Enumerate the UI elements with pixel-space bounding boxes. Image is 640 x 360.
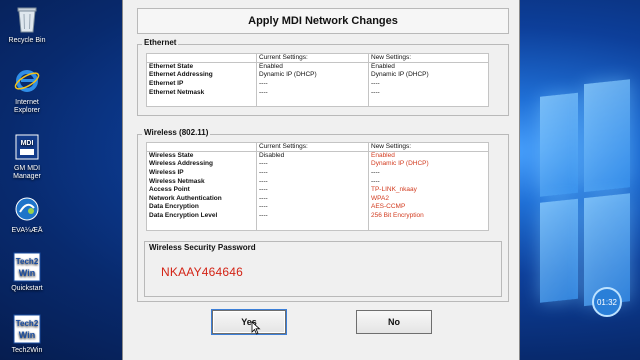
wireless-table: Current Settings: New Settings: Wireless… [146,142,489,231]
current-value: ---- [256,194,369,204]
current-value: ---- [256,177,369,186]
current-value: Dynamic IP (DHCP) [256,71,369,80]
new-value: Dynamic IP (DHCP) [368,160,489,169]
current-value: ---- [256,168,369,178]
header-new: New Settings: [368,142,489,152]
table-filler [147,220,489,231]
table-row: Data Encryption ---- AES-CCMP [147,203,489,212]
table-row: Access Point ---- TP-LINK_nkaay [147,185,489,195]
tech2win-icon: Tech2 Win [12,314,42,344]
table-row: Wireless Addressing ---- Dynamic IP (DHC… [147,160,489,169]
no-button[interactable]: No [356,310,432,334]
header-new: New Settings: [368,53,489,63]
tech2win-icon: Tech2 Win [12,252,42,282]
new-value: TP-LINK_nkaay [368,185,489,195]
table-row: Wireless Netmask ---- ---- [147,177,489,186]
apply-network-changes-dialog: Apply MDI Network Changes Ethernet Curre… [122,0,520,360]
desktop-icon-eva[interactable]: EVA¼ÆÄ [2,194,52,235]
header-setting [146,53,257,63]
new-value: ---- [368,168,489,178]
password-label: Wireless Security Password [149,243,256,252]
desktop-icon-label: Recycle Bin [8,37,46,44]
svg-text:MDI: MDI [21,140,34,147]
current-value: ---- [256,203,369,212]
gm-mdi-icon: MDI [12,132,42,162]
ethernet-legend: Ethernet [142,38,179,47]
table-row: Ethernet State Enabled Enabled [147,62,489,72]
desktop-icon-label: Quickstart [11,285,43,292]
setting-name: Wireless State [149,152,194,160]
setting-name: Ethernet Addressing [149,71,213,79]
new-value: WPA2 [368,194,489,204]
header-current: Current Settings: [256,53,369,63]
setting-name: Data Encryption Level [149,211,218,219]
dialog-title: Apply MDI Network Changes [137,8,509,34]
svg-text:Win: Win [19,268,35,278]
current-value: Disabled [256,151,369,161]
mouse-cursor-icon [251,321,261,335]
current-value: ---- [256,185,369,195]
setting-name: Wireless IP [149,168,184,176]
desktop-icon-label: EVA¼ÆÄ [11,227,43,234]
svg-text:Tech2: Tech2 [16,319,39,328]
table-row: Wireless State Disabled Enabled [147,151,489,161]
svg-text:Tech2: Tech2 [16,257,39,266]
setting-name: Ethernet State [149,63,194,71]
new-value: Enabled [368,151,489,161]
current-value: Enabled [256,62,369,72]
desktop-icon-label: GM MDI Manager [13,165,41,180]
setting-name: Data Encryption [149,203,199,211]
current-value: ---- [256,79,369,89]
desktop-icon-label: Internet Explorer [13,99,41,114]
table-row: Wireless IP ---- ---- [147,168,489,178]
desktop-icon-label: Tech2Win [11,347,43,354]
table-row: Network Authentication ---- WPA2 [147,194,489,204]
table-row: Ethernet Addressing Dynamic IP (DHCP) Dy… [147,71,489,80]
current-value: ---- [256,211,369,221]
new-value: ---- [368,177,489,186]
setting-name: Access Point [149,186,190,194]
desktop-icon-gm-mdi-manager[interactable]: MDI GM MDI Manager [2,132,52,181]
setting-name: Wireless Netmask [149,177,205,185]
table-row: Data Encryption Level ---- 256 Bit Encry… [147,211,489,221]
setting-name: Ethernet Netmask [149,88,205,96]
table-row: Ethernet IP ---- ---- [147,79,489,89]
wireless-group: Wireless (802.11) Current Settings: New … [137,128,509,302]
setting-name: Ethernet IP [149,79,184,87]
new-value: Dynamic IP (DHCP) [368,71,489,80]
eva-icon [12,194,42,224]
table-filler [147,96,489,107]
current-value: ---- [256,88,369,97]
internet-explorer-icon [12,66,42,96]
clock-widget[interactable]: 01:32 [592,287,622,317]
desktop-icon-quickstart[interactable]: Tech2 Win Quickstart [2,252,52,293]
windows-logo [540,79,630,307]
recycle-bin-icon [12,4,42,34]
setting-name: Wireless Addressing [149,160,214,168]
yes-button[interactable]: Yes [212,310,286,334]
header-current: Current Settings: [256,142,369,152]
new-value: AES-CCMP [368,203,489,212]
password-value: NKAAY464646 [161,265,244,279]
table-row: Ethernet Netmask ---- ---- [147,88,489,97]
setting-name: Network Authentication [149,194,222,202]
new-value: ---- [368,88,489,97]
ethernet-table: Current Settings: New Settings: Ethernet… [146,53,489,108]
desktop-icon-tech2win[interactable]: Tech2 Win Tech2Win [2,314,52,355]
current-value: ---- [256,160,369,169]
svg-text:Win: Win [19,330,35,340]
wireless-password-box: Wireless Security Password NKAAY464646 [144,241,502,297]
header-setting [146,142,257,152]
wireless-legend: Wireless (802.11) [142,128,211,137]
new-value: Enabled [368,62,489,72]
new-value: 256 Bit Encryption [368,211,489,221]
ethernet-group: Ethernet Current Settings: New Settings:… [137,38,509,116]
desktop-icon-recycle-bin[interactable]: Recycle Bin [2,4,52,45]
new-value: ---- [368,79,489,89]
desktop-icon-internet-explorer[interactable]: Internet Explorer [2,66,52,115]
